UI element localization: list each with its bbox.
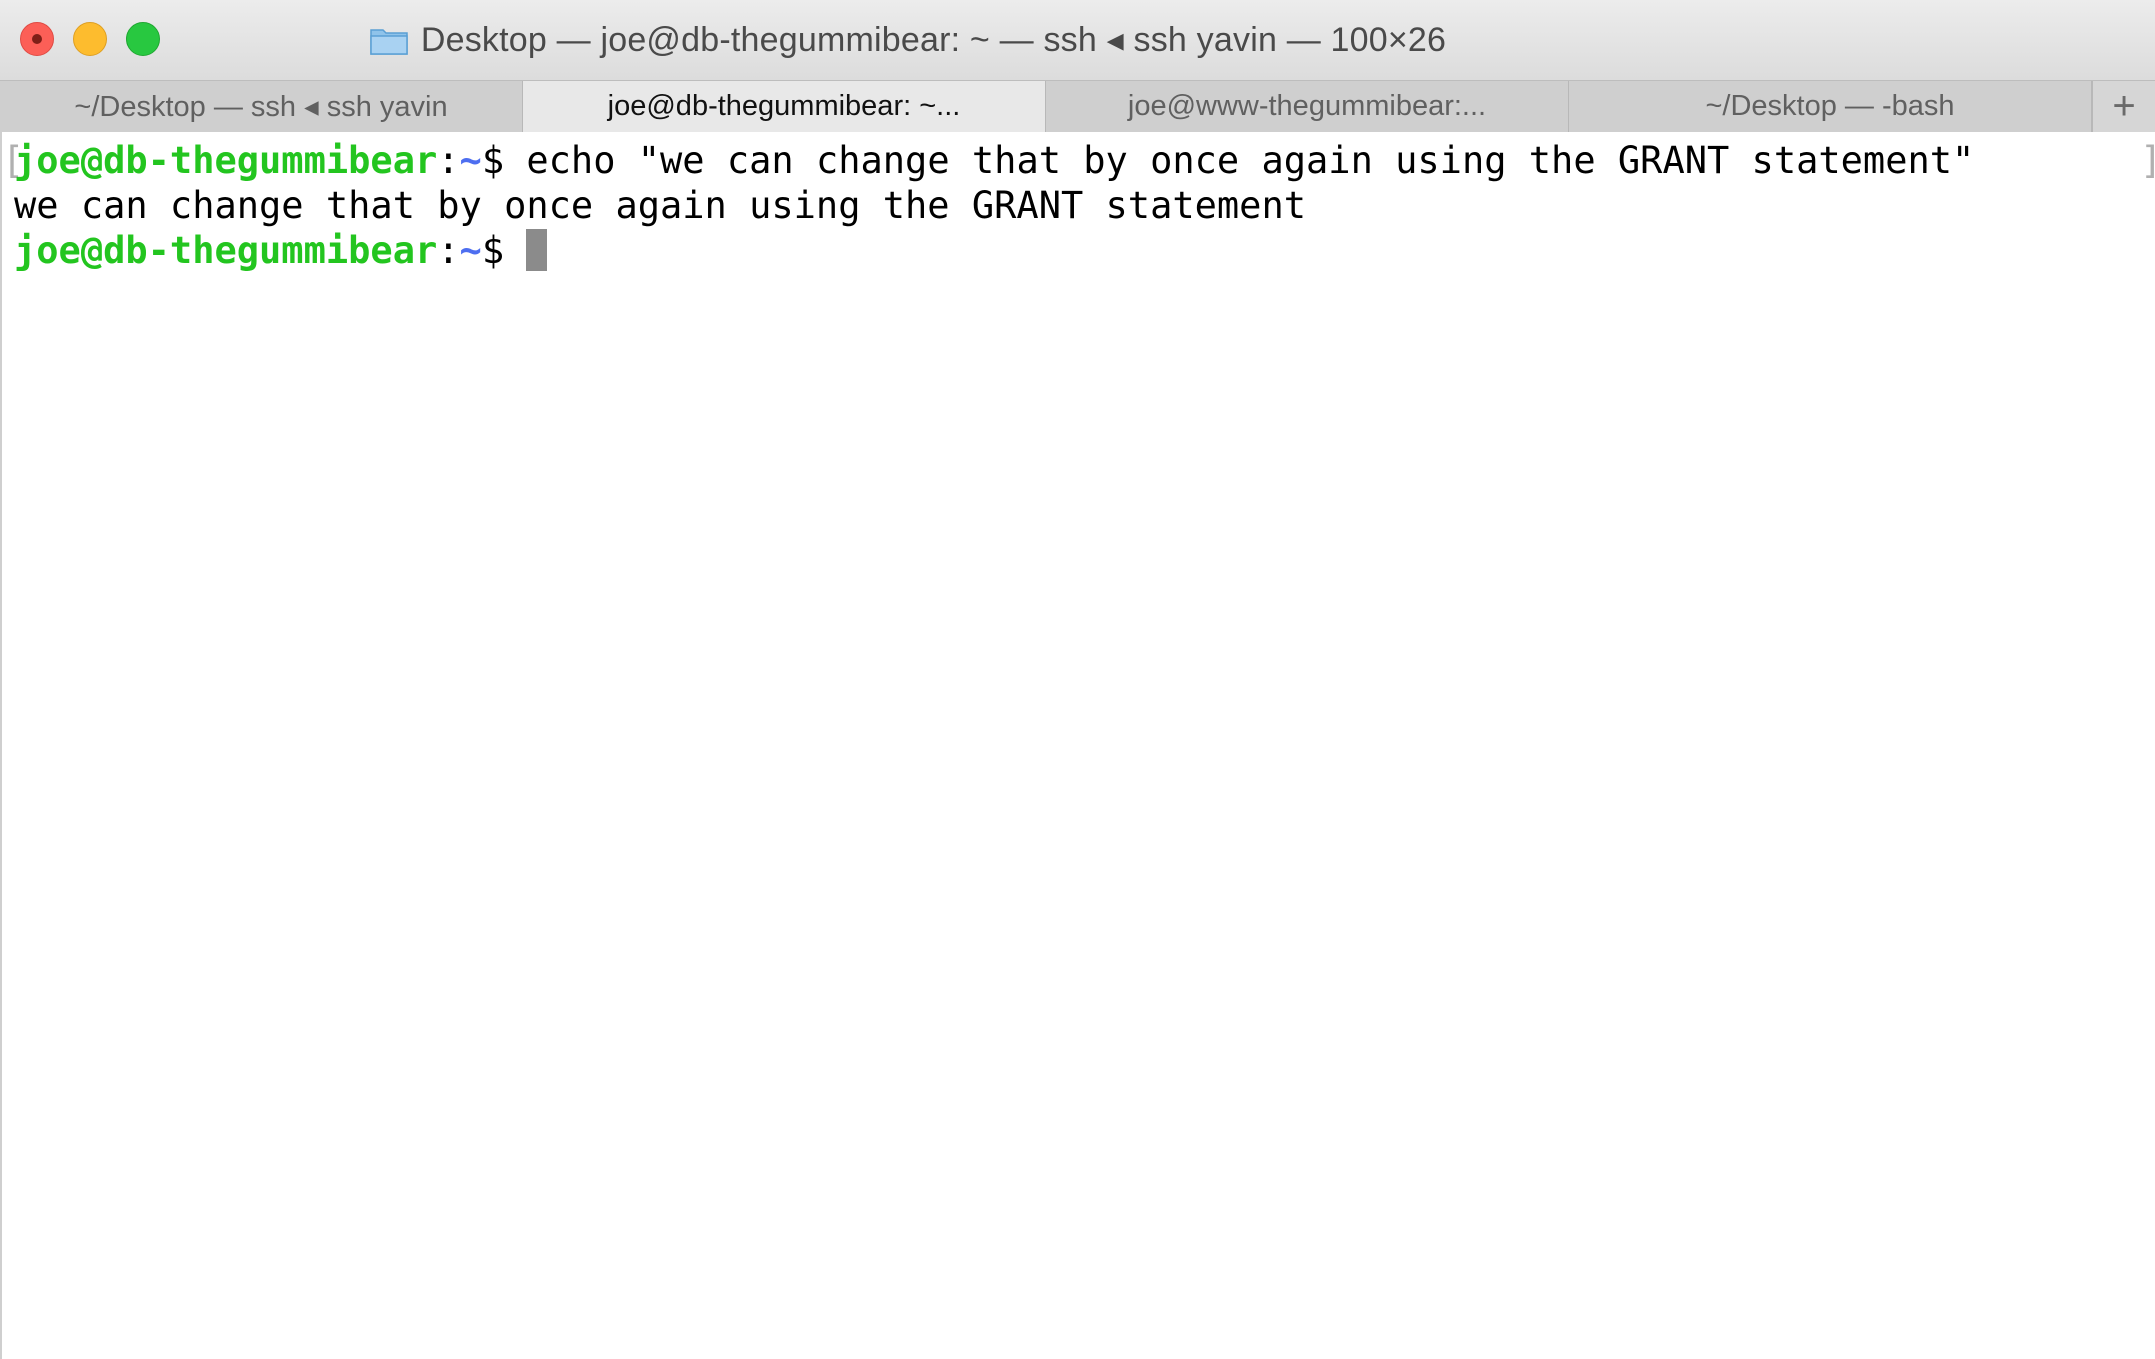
command-text: echo "we can change that by once again u… (504, 139, 1975, 182)
prompt-symbol: $ (481, 139, 505, 182)
terminal-edge (0, 132, 2, 1359)
prompt-user: joe@db-thegummibear (14, 229, 438, 272)
prompt-path: ~ (459, 229, 482, 272)
tab-bar: ~/Desktop — ssh ◂ ssh yavin joe@db-thegu… (0, 80, 2155, 132)
prompt-path: ~ (459, 139, 482, 182)
prompt-colon: : (437, 229, 460, 272)
text-cursor (526, 229, 548, 271)
folder-icon (369, 24, 409, 56)
title-bar[interactable]: Desktop — joe@db-thegummibear: ~ — ssh ◂… (0, 0, 2155, 80)
prompt-user: joe@db-thegummibear (14, 139, 438, 182)
tab-www-thegummibear[interactable]: joe@www-thegummibear:... (1046, 81, 1569, 132)
tab-desktop-ssh-yavin[interactable]: ~/Desktop — ssh ◂ ssh yavin (0, 81, 523, 132)
terminal-line-prompt: joe@db-thegummibear:~$ (14, 228, 548, 273)
window-title-group: Desktop — joe@db-thegummibear: ~ — ssh ◂… (369, 20, 1446, 60)
prompt-colon: : (437, 139, 460, 182)
window-title-area: Desktop — joe@db-thegummibear: ~ — ssh ◂… (0, 0, 2155, 80)
terminal-content[interactable]: [ ] joe@db-thegummibear:~$ echo "we can … (0, 132, 2155, 1359)
window-title: Desktop — joe@db-thegummibear: ~ — ssh ◂… (420, 21, 1447, 59)
prompt-symbol: $ (481, 229, 505, 272)
tab-db-thegummibear[interactable]: joe@db-thegummibear: ~... (523, 81, 1046, 132)
terminal-window: Desktop — joe@db-thegummibear: ~ — ssh ◂… (0, 0, 2155, 1359)
terminal-line-output: we can change that by once again using t… (14, 184, 1307, 227)
tab-desktop-bash[interactable]: ~/Desktop — -bash (1569, 81, 2092, 132)
new-tab-button[interactable]: + (2092, 81, 2155, 132)
terminal-line-command: joe@db-thegummibear:~$ echo "we can chan… (14, 138, 1974, 183)
mark-bracket-right: ] (2140, 138, 2155, 183)
